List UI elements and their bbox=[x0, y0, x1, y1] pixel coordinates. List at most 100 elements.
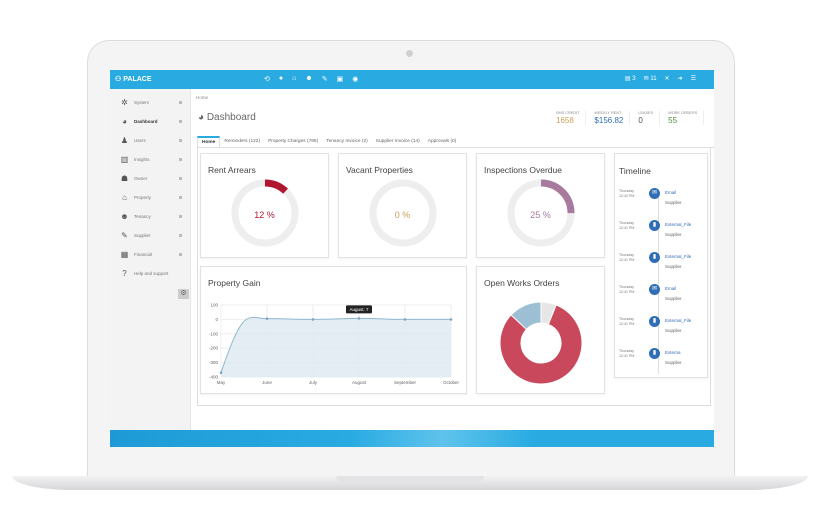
expand-icon bbox=[179, 101, 182, 104]
y-tick-label: -200 bbox=[209, 346, 219, 351]
expand-icon bbox=[179, 158, 182, 161]
expand-icon bbox=[179, 139, 182, 142]
fullscreen-icon[interactable]: ✕ bbox=[665, 75, 670, 82]
expand-icon bbox=[179, 120, 182, 123]
wrench-icon: ✎ bbox=[121, 231, 128, 240]
timeline-item[interactable]: Thursday 12:41 PM ✉ Email Supplier bbox=[615, 282, 709, 312]
eye-icon[interactable]: ◉ bbox=[352, 75, 358, 83]
user-icon: ♟ bbox=[120, 136, 129, 145]
top-bar: ⚇ PALACE ⟲ ● ⌂ ☻ ✎ ▣ ◉ ▤ 3 ✉ 11 ✕ ➜ ☰ bbox=[110, 70, 714, 89]
tab-0[interactable]: Home bbox=[197, 136, 221, 147]
screen: ⚇ PALACE ⟲ ● ⌂ ☻ ✎ ▣ ◉ ▤ 3 ✉ 11 ✕ ➜ ☰ ✲ System ◕… bbox=[110, 70, 714, 447]
sidebar-item-help-and-support[interactable]: ? Help and support bbox=[110, 264, 190, 283]
logout-icon[interactable]: ➜ bbox=[678, 75, 683, 82]
timeline-link[interactable]: External_File bbox=[665, 222, 691, 227]
x-tick-label: September bbox=[394, 380, 417, 385]
camera bbox=[406, 50, 413, 57]
timeline-link[interactable]: Externa bbox=[665, 350, 681, 355]
dashboard-icon: ◕ bbox=[122, 117, 127, 126]
timeline-link[interactable]: External_File bbox=[665, 254, 691, 259]
documents-button[interactable]: ▤ 3 bbox=[625, 75, 636, 82]
timeline-item[interactable]: Thursday 12:41 PM ▮ Externa Supplier bbox=[615, 346, 709, 376]
property-gain-card: Property Gain 100 0 -100 -200 -300 -400 May Jun… bbox=[200, 266, 467, 394]
data-point[interactable] bbox=[357, 317, 361, 320]
timeline-title: Timeline bbox=[619, 166, 651, 176]
sidebar-item-insights[interactable]: ▥ Insights bbox=[110, 150, 190, 169]
bank-icon: ▦ bbox=[120, 250, 129, 259]
timeline-item[interactable]: Thursday 12:41 PM ▮ External_File Supplier bbox=[615, 314, 709, 344]
data-point[interactable] bbox=[449, 318, 453, 321]
kpi-card[interactable]: Vacant Properties 0 % bbox=[338, 153, 467, 258]
mail-icon: ✉ bbox=[649, 188, 660, 199]
tooltip-text: August: 7 bbox=[349, 307, 369, 312]
sidebar-item-supplier[interactable]: ✎ Supplier bbox=[110, 226, 190, 245]
timeline-link[interactable]: Email bbox=[665, 190, 676, 195]
x-tick-label: August bbox=[352, 380, 367, 385]
stat-0: SMS CREDIT 1658 bbox=[556, 111, 587, 125]
x-tick-label: July bbox=[309, 380, 318, 385]
file-icon: ▮ bbox=[649, 316, 660, 327]
tab-1[interactable]: Reminders (122) bbox=[220, 136, 264, 147]
tab-3[interactable]: Tenancy Invoice (2) bbox=[322, 136, 372, 147]
data-point[interactable] bbox=[311, 318, 315, 321]
file-icon: ▮ bbox=[649, 220, 660, 231]
y-tick-label: -100 bbox=[209, 331, 219, 336]
expand-icon bbox=[179, 177, 182, 180]
mail-icon: ✉ bbox=[649, 284, 660, 295]
expand-icon bbox=[179, 253, 182, 256]
timeline-item[interactable]: Thursday 12:41 PM ▮ External_File Supplier bbox=[615, 218, 709, 248]
footer-strip bbox=[110, 430, 714, 447]
sidebar-item-tenancy[interactable]: ☻ Tenancy bbox=[110, 207, 190, 226]
stat-3: WORK ORDERS 55 bbox=[668, 111, 705, 125]
wrench-icon[interactable]: ✎ bbox=[322, 75, 328, 83]
logo[interactable]: ⚇ PALACE bbox=[115, 75, 152, 83]
expand-icon bbox=[179, 215, 182, 218]
breadcrumb[interactable]: Home bbox=[196, 95, 208, 100]
sidebar-item-owner[interactable]: ☗ Owner bbox=[110, 169, 190, 188]
data-point[interactable] bbox=[265, 317, 269, 320]
timeline-link[interactable]: External_File bbox=[665, 318, 691, 323]
settings-gear-button[interactable]: ⚙ bbox=[178, 289, 189, 299]
tab-4[interactable]: Supplier Invoice (14) bbox=[372, 136, 424, 147]
x-tick-label: June bbox=[262, 380, 272, 385]
home-icon[interactable]: ⌂ bbox=[292, 75, 296, 83]
users-icon: ☻ bbox=[120, 212, 129, 221]
kpi-card[interactable]: Rent Arrears 12 % bbox=[200, 153, 329, 258]
timeline-item[interactable]: Thursday 12:41 PM ▮ External_File Supplier bbox=[615, 250, 709, 280]
data-point[interactable] bbox=[403, 318, 407, 321]
owner-icon: ☗ bbox=[120, 174, 129, 183]
data-point[interactable] bbox=[219, 371, 223, 374]
sidebar-item-system[interactable]: ✲ System bbox=[110, 93, 190, 112]
y-tick-label: 100 bbox=[210, 303, 218, 308]
stats-bar: SMS CREDIT 1658 WEEKLY RENT $156.82 LEASES 0 W… bbox=[556, 111, 705, 125]
y-tick-label: -300 bbox=[209, 360, 219, 365]
area-fill bbox=[221, 317, 451, 377]
timeline-link[interactable]: Email bbox=[665, 286, 676, 291]
menu-icon[interactable]: ☰ bbox=[691, 75, 696, 82]
property-gain-chart: 100 0 -100 -200 -300 -400May June July August Sep… bbox=[209, 303, 460, 386]
kpi-card[interactable]: Inspections Overdue 25 % bbox=[476, 153, 605, 258]
users-icon[interactable]: ☻ bbox=[305, 75, 312, 83]
timeline-card: Timeline Thursday 12:42 PM ✉ Email Supplier T… bbox=[614, 153, 708, 378]
dashboard-icon: ◕ bbox=[198, 112, 205, 123]
stat-1: WEEKLY RENT $156.82 bbox=[594, 111, 631, 125]
refresh-icon[interactable]: ⟲ bbox=[264, 75, 270, 83]
tab-bar: Home Reminders (122) Property Charges (786… bbox=[197, 136, 714, 148]
sidebar: ✲ System ◕ Dashboard ♟ Users ▥ Insights ☗ Owner ⌂ P… bbox=[110, 89, 191, 430]
system-icon: ✲ bbox=[121, 98, 128, 107]
x-tick-label: May bbox=[217, 380, 226, 385]
user-icon[interactable]: ● bbox=[279, 75, 283, 83]
sidebar-item-dashboard[interactable]: ◕ Dashboard bbox=[110, 112, 190, 131]
sidebar-item-property[interactable]: ⌂ Property bbox=[110, 188, 190, 207]
laptop-notch bbox=[336, 476, 484, 482]
insights-icon: ▥ bbox=[120, 155, 129, 164]
tab-2[interactable]: Property Charges (786) bbox=[264, 136, 322, 147]
sidebar-item-users[interactable]: ♟ Users bbox=[110, 131, 190, 150]
help-icon: ? bbox=[122, 269, 127, 278]
timeline-item[interactable]: Thursday 12:42 PM ✉ Email Supplier bbox=[615, 186, 709, 216]
lock-icon[interactable]: ▣ bbox=[337, 75, 344, 83]
stat-2: LEASES 0 bbox=[638, 111, 661, 125]
mail-button[interactable]: ✉ 11 bbox=[644, 75, 657, 82]
tab-5[interactable]: Approvals (0) bbox=[424, 136, 461, 147]
sidebar-item-financial[interactable]: ▦ Financial bbox=[110, 245, 190, 264]
